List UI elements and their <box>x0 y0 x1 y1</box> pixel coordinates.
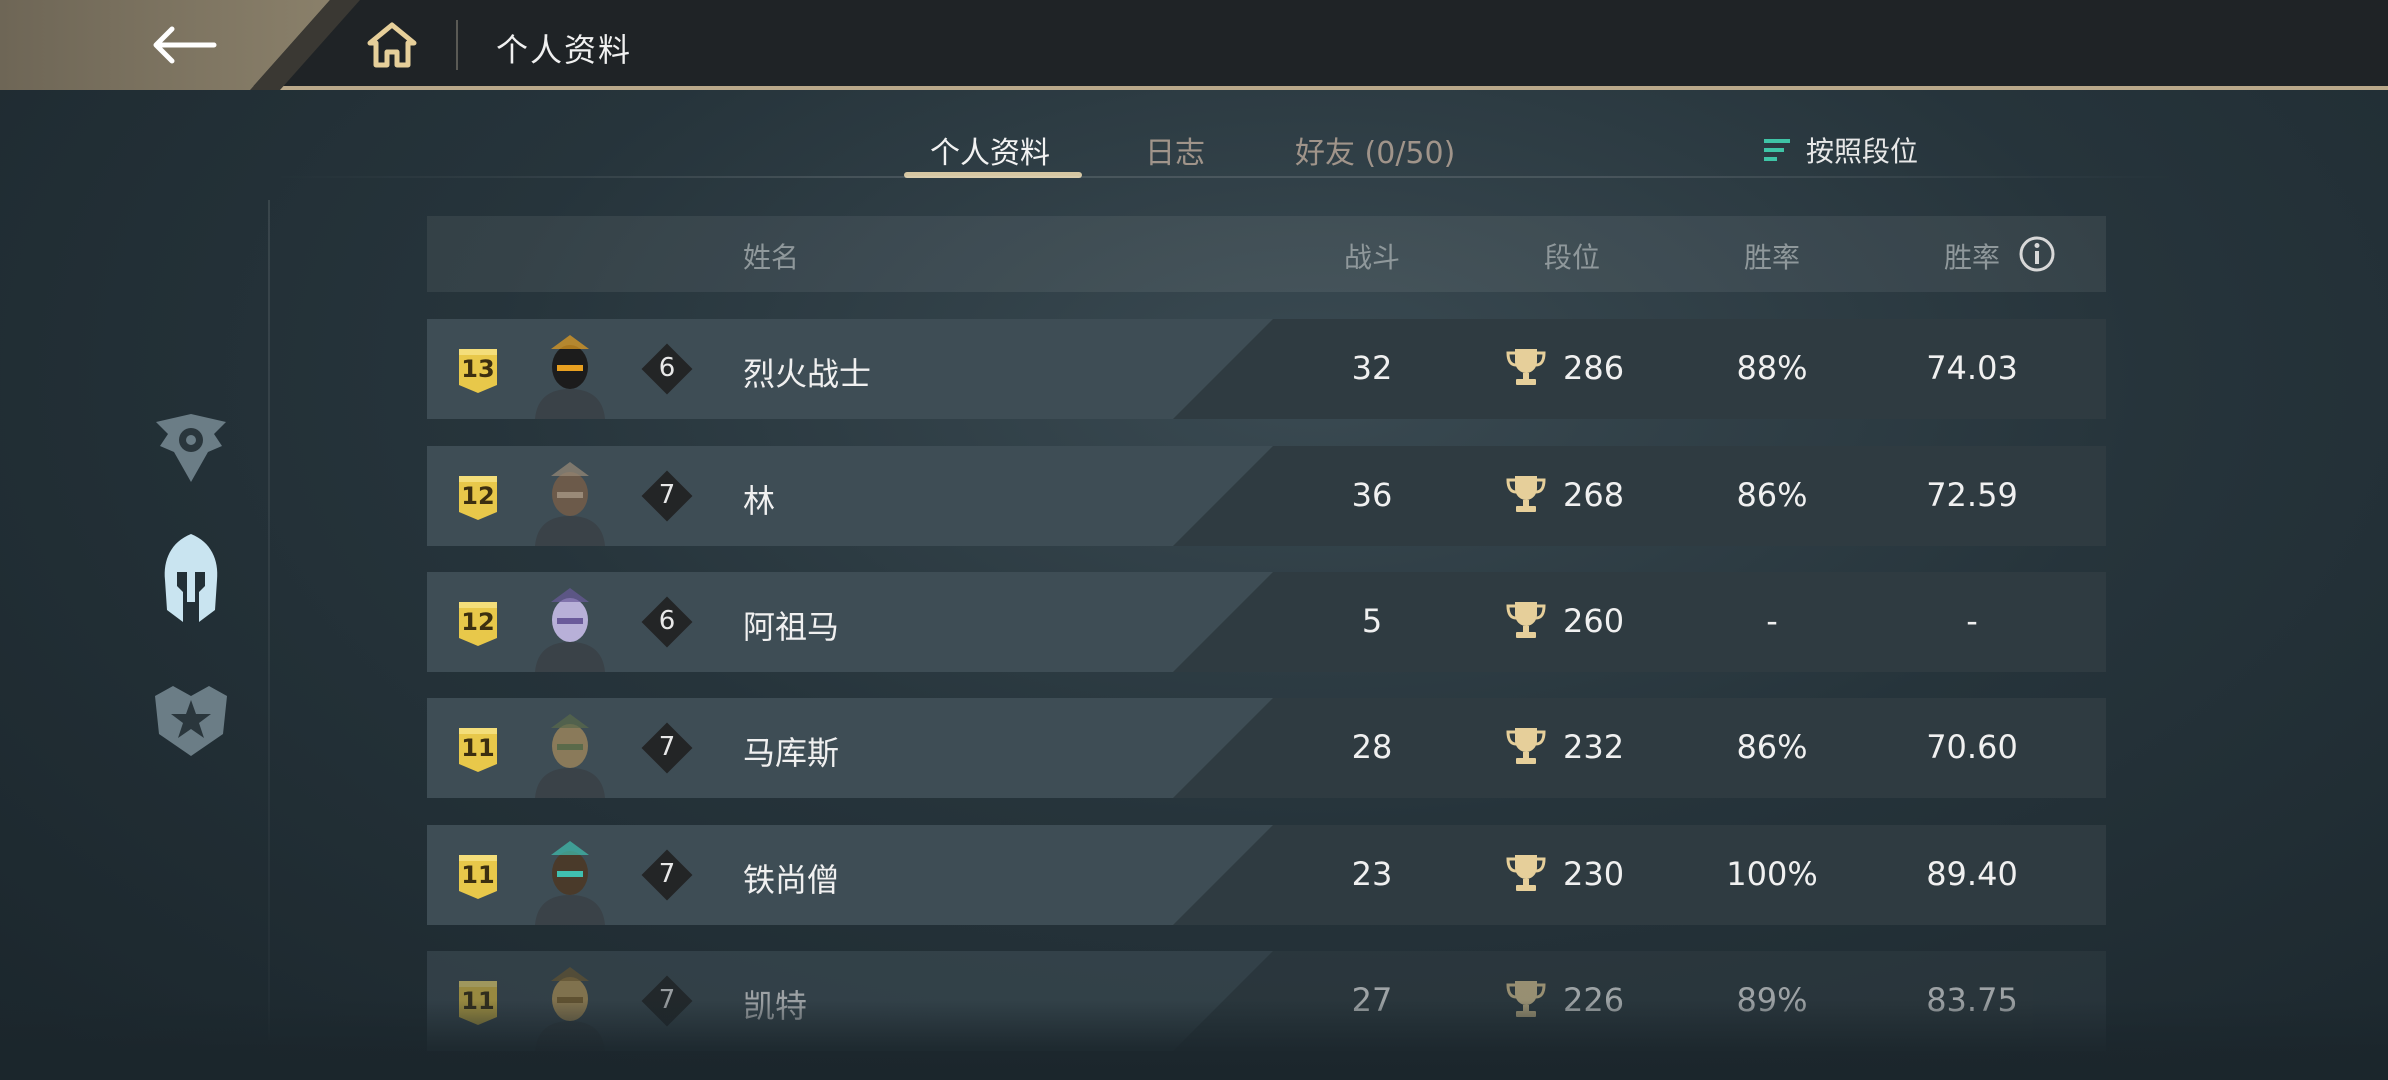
back-button[interactable] <box>150 18 220 72</box>
level-badge: 7 <box>641 722 693 774</box>
table-row[interactable]: 11 7 铁尚僧 23 230 100% 89.40 <box>427 825 2106 925</box>
rank-points: 232 <box>1563 728 1625 766</box>
table-row[interactable]: 12 6 阿祖马 5 260 - - <box>427 572 2106 672</box>
win-rate: 86% <box>1736 728 1808 766</box>
trophy-icon <box>1506 855 1546 891</box>
tab-log[interactable]: 日志 <box>1145 128 1205 172</box>
hero-portrait-icon <box>535 841 605 925</box>
hero-portrait-icon <box>535 335 605 419</box>
sort-label: 按照段位 <box>1806 135 1919 168</box>
header-name: 姓名 <box>743 241 800 274</box>
info-icon[interactable] <box>2017 234 2057 274</box>
battles-count: 5 <box>1361 602 1383 640</box>
score-value: 89.40 <box>1926 855 2018 893</box>
rank-points: 260 <box>1563 602 1625 640</box>
score-value: 74.03 <box>1926 349 2018 387</box>
sidebar-divider <box>268 200 270 1040</box>
badge-number: 11 <box>461 734 495 762</box>
table-row[interactable]: 12 7 林 36 268 86% 72.59 <box>427 446 2106 546</box>
avatar <box>527 319 613 419</box>
tab-profile[interactable]: 个人资料 <box>930 128 1050 172</box>
badge-number: 12 <box>461 608 495 636</box>
score-value: - <box>1966 602 1978 640</box>
hero-portrait-icon <box>535 462 605 546</box>
tab-bar: 个人资料 日志 好友 (0/50) <box>0 120 2388 180</box>
battles-count: 23 <box>1351 855 1393 893</box>
player-name: 铁尚僧 <box>743 861 840 899</box>
win-rate: 86% <box>1736 476 1808 514</box>
rank-badge: 11 <box>457 853 499 901</box>
trophy-icon <box>1506 728 1546 764</box>
star-crest-icon <box>155 686 227 756</box>
hero-portrait-icon <box>535 714 605 798</box>
rank-badge: 11 <box>457 726 499 774</box>
level-badge: 7 <box>641 849 693 901</box>
top-divider <box>456 20 458 70</box>
rank-points: 286 <box>1563 349 1625 387</box>
level-number: 7 <box>658 732 676 762</box>
arrow-left-icon <box>153 26 217 64</box>
sidebar-item-achievements[interactable] <box>150 672 232 768</box>
home-button[interactable] <box>364 18 420 72</box>
player-name: 马库斯 <box>743 734 840 772</box>
level-badge: 6 <box>641 596 693 648</box>
badge-number: 11 <box>461 861 495 889</box>
avatar <box>527 572 613 672</box>
player-name: 阿祖马 <box>743 608 840 646</box>
avatar <box>527 825 613 925</box>
level-number: 7 <box>658 859 676 889</box>
sidebar-item-hero[interactable] <box>150 530 232 626</box>
player-name: 林 <box>743 482 776 520</box>
table-header: 姓名 战斗 段位 胜率 胜率 <box>427 216 2106 292</box>
score-value: 72.59 <box>1926 476 2018 514</box>
header-rank: 段位 <box>1543 241 1600 274</box>
level-badge: 7 <box>641 470 693 522</box>
battles-count: 28 <box>1351 728 1393 766</box>
trophy-icon <box>1506 602 1546 638</box>
header-winrate-2: 胜率 <box>1943 241 2000 274</box>
sort-lines-icon <box>1764 139 1790 161</box>
top-bar: 个人资料 <box>0 0 2388 90</box>
level-number: 7 <box>658 480 676 510</box>
header-battles: 战斗 <box>1343 241 1400 274</box>
sort-button[interactable]: 按照段位 <box>1764 128 1918 172</box>
level-badge: 6 <box>641 343 693 395</box>
rank-points: 268 <box>1563 476 1625 514</box>
sidebar-item-clan[interactable] <box>150 400 232 496</box>
win-rate: - <box>1766 602 1778 640</box>
rank-badge: 13 <box>457 347 499 395</box>
player-name: 烈火战士 <box>743 355 872 393</box>
tab-friends[interactable]: 好友 (0/50) <box>1295 128 1455 172</box>
page-title: 个人资料 <box>496 31 633 69</box>
bottom-fade <box>0 1000 2388 1080</box>
trophy-icon <box>1506 476 1546 512</box>
avatar <box>527 446 613 546</box>
badge-number: 12 <box>461 482 495 510</box>
avatar <box>527 698 613 798</box>
level-number: 6 <box>658 353 676 383</box>
hero-portrait-icon <box>535 588 605 672</box>
rank-badge: 12 <box>457 600 499 648</box>
win-rate: 100% <box>1726 855 1818 893</box>
table-row[interactable]: 13 6 烈火战士 32 286 88% 74.03 <box>427 319 2106 419</box>
badge-number: 13 <box>461 355 495 383</box>
rank-badge: 12 <box>457 474 499 522</box>
battles-count: 36 <box>1351 476 1393 514</box>
header-winrate: 胜率 <box>1743 241 1800 274</box>
spartan-helmet-icon <box>164 534 218 622</box>
battles-count: 32 <box>1351 349 1393 387</box>
table-row[interactable]: 11 7 马库斯 28 232 86% 70.60 <box>427 698 2106 798</box>
clan-emblem-icon <box>156 414 226 482</box>
tabs-divider <box>270 176 2180 178</box>
rank-points: 230 <box>1563 855 1625 893</box>
trophy-icon <box>1506 349 1546 385</box>
win-rate: 88% <box>1736 349 1808 387</box>
home-icon <box>367 22 417 68</box>
score-value: 70.60 <box>1926 728 2018 766</box>
level-number: 6 <box>658 606 676 636</box>
